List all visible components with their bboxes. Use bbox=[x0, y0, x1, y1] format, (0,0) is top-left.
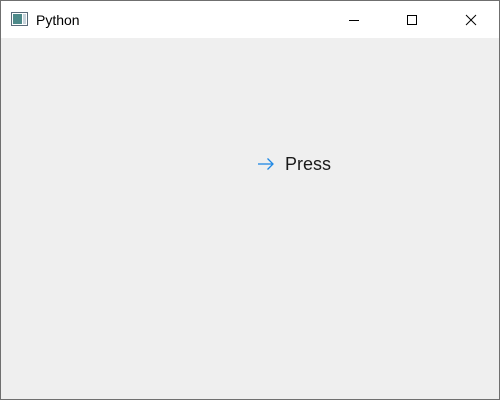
client-area: Press bbox=[1, 38, 499, 399]
press-button-label: Press bbox=[285, 154, 332, 174]
python-window-icon bbox=[11, 12, 28, 26]
maximize-button[interactable] bbox=[389, 1, 435, 38]
app-window: Python Press bbox=[0, 0, 500, 400]
press-button[interactable]: Press bbox=[257, 151, 331, 177]
close-button[interactable] bbox=[448, 1, 494, 38]
minimize-button[interactable] bbox=[331, 1, 377, 38]
minimize-icon bbox=[348, 14, 360, 26]
title-bar[interactable]: Python bbox=[1, 1, 499, 38]
arrow-right-icon bbox=[257, 156, 285, 172]
maximize-icon bbox=[406, 14, 418, 26]
window-title: Python bbox=[36, 12, 80, 28]
close-icon bbox=[465, 14, 477, 26]
